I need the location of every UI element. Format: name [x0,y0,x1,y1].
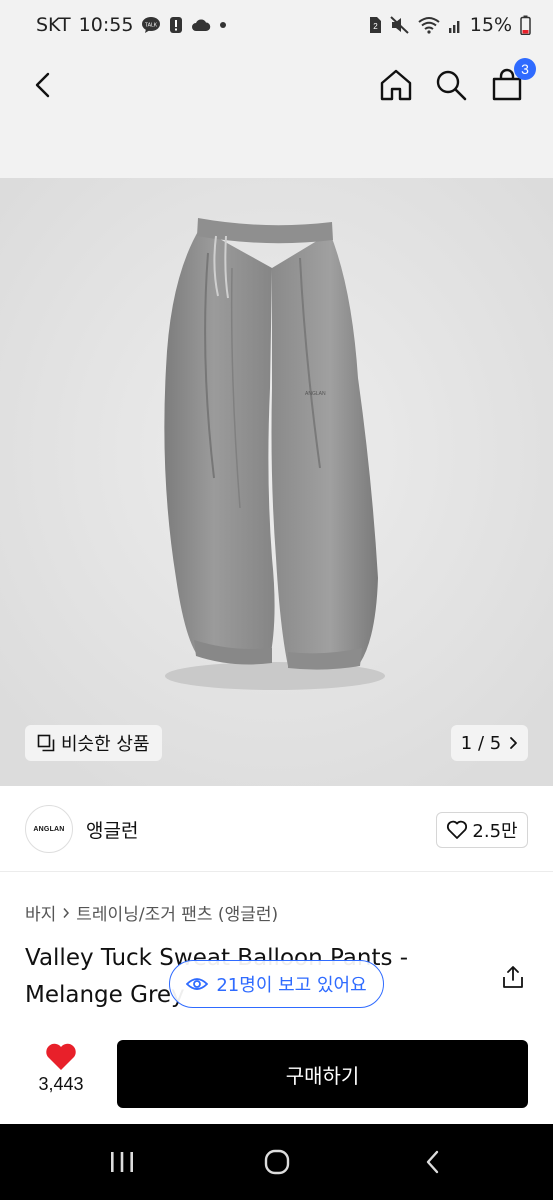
eye-icon [186,978,209,990]
image-page-counter[interactable]: 1 / 5 [451,725,528,761]
balloon-pants-photo: ANGLAN [0,178,553,786]
back-arrow-icon [426,1150,439,1174]
back-button[interactable] [20,62,66,108]
alert-notification-icon [169,16,183,34]
chevron-right-icon [63,907,70,918]
heart-filled-icon [46,1043,76,1070]
breadcrumb: 바지 트레이닝/조거 팬츠 (앵글런) [25,900,278,925]
search-icon [436,70,467,101]
battery-percent: 15% [469,14,512,36]
back-nav-button[interactable] [413,1142,453,1182]
product-image[interactable]: ANGLAN [0,178,553,786]
viewers-count-pill: 21명이 보고 있어요 [169,960,384,1008]
svg-text:2: 2 [373,22,378,31]
recent-apps-icon [111,1152,133,1172]
heart-outline-icon [447,820,468,839]
home-nav-button[interactable] [257,1142,297,1182]
page-counter-label: 1 / 5 [460,732,502,754]
brand-name[interactable]: 앵글런 [86,816,138,843]
mute-icon [390,16,410,34]
carrier-label: SKT [36,14,71,36]
share-icon [503,966,523,988]
home-icon [380,69,412,101]
breadcrumb-subcategory[interactable]: 트레이닝/조거 팬츠 (앵글런) [76,900,278,925]
home-circle-icon [264,1149,290,1175]
copy-stack-icon [37,734,55,752]
talk-notification-icon: TALK [141,16,161,34]
recent-apps-button[interactable] [102,1142,142,1182]
wishlist-count: 3,443 [38,1074,84,1094]
system-nav-bar [0,1124,553,1200]
sim-icon: 2 [368,16,382,34]
wishlist-button[interactable]: 3,443 [30,1042,92,1095]
viewers-count-label: 21명이 보고 있어요 [216,975,367,996]
brand-row: ANGLAN 앵글런 2.5만 [0,786,553,872]
svg-text:ANGLAN: ANGLAN [305,391,326,397]
brand-like-count: 2.5만 [472,821,518,842]
home-button[interactable] [373,62,419,108]
chevron-right-icon [510,737,518,749]
chevron-left-icon [35,72,50,98]
clock-label: 10:55 [78,14,134,36]
svg-text:TALK: TALK [145,23,158,29]
wifi-icon [418,16,440,34]
cart-count-badge: 3 [514,58,536,80]
cart-button[interactable]: 3 [484,58,536,108]
status-bar: SKT 10:55 TALK 2 15% [0,0,553,52]
breadcrumb-category[interactable]: 바지 [25,900,56,925]
share-button[interactable] [498,962,528,992]
similar-products-label: 비슷한 상품 [61,734,150,755]
app-header: 3 [0,52,553,178]
search-button[interactable] [428,62,474,108]
more-notifications-dot-icon [219,21,227,29]
status-right: 2 15% [368,14,531,36]
battery-icon [520,15,531,35]
similar-products-button[interactable]: 비슷한 상품 [25,725,162,761]
brand-like-button[interactable]: 2.5만 [436,812,528,848]
brand-logo-text: ANGLAN [33,825,65,833]
signal-icon [448,16,462,34]
brand-logo[interactable]: ANGLAN [25,805,73,853]
buy-button[interactable]: 구매하기 [117,1040,528,1108]
cloud-notification-icon [191,18,211,32]
status-left: SKT 10:55 TALK [36,14,227,36]
bottom-action-bar: 3,443 구매하기 [0,1026,553,1124]
